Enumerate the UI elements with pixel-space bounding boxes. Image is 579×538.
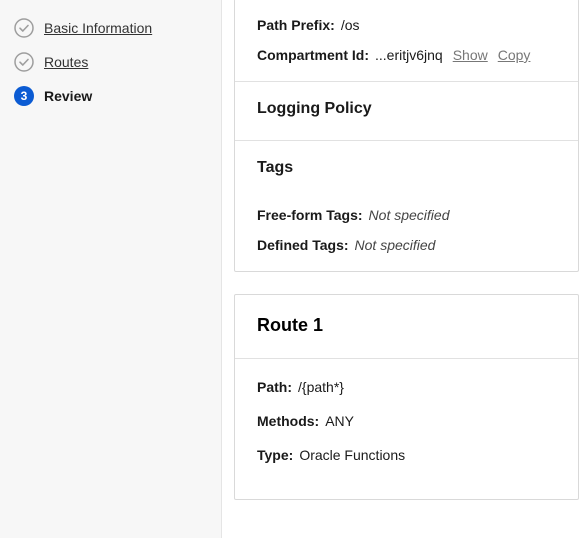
copy-link[interactable]: Copy	[498, 47, 531, 63]
check-icon	[14, 18, 34, 38]
route-methods-row: Methods: ANY	[257, 413, 556, 429]
route-type-row: Type: Oracle Functions	[257, 447, 556, 463]
freeform-tags-row: Free-form Tags: Not specified	[257, 207, 556, 223]
route-card: Route 1 Path: /{path*} Methods: ANY Type…	[234, 294, 579, 500]
wizard-steps-sidebar: Basic Information Routes 3 Review	[0, 0, 222, 538]
route-methods-value: ANY	[325, 413, 354, 429]
route-path-row: Path: /{path*}	[257, 379, 556, 395]
tags-title: Tags	[235, 141, 578, 199]
step-label[interactable]: Routes	[44, 54, 88, 70]
logging-policy-title: Logging Policy	[235, 82, 578, 140]
step-label[interactable]: Basic Information	[44, 20, 152, 36]
path-prefix-label: Path Prefix:	[257, 17, 335, 33]
freeform-tags-label: Free-form Tags:	[257, 207, 363, 223]
defined-tags-row: Defined Tags: Not specified	[257, 237, 556, 253]
step-basic-information[interactable]: Basic Information	[0, 18, 221, 52]
compartment-label: Compartment Id:	[257, 47, 369, 63]
step-number-icon: 3	[14, 86, 34, 106]
freeform-tags-value: Not specified	[369, 207, 450, 223]
show-link[interactable]: Show	[453, 47, 488, 63]
path-prefix-value: /os	[341, 17, 360, 33]
step-routes[interactable]: Routes	[0, 52, 221, 86]
route-title: Route 1	[235, 295, 578, 358]
compartment-value: ...eritjv6jnq	[375, 47, 443, 63]
defined-tags-label: Defined Tags:	[257, 237, 349, 253]
defined-tags-value: Not specified	[355, 237, 436, 253]
check-icon	[14, 52, 34, 72]
compartment-row: Compartment Id: ...eritjv6jnq Show Copy	[257, 47, 556, 63]
route-type-label: Type:	[257, 447, 293, 463]
step-review: 3 Review	[0, 86, 221, 120]
route-path-label: Path:	[257, 379, 292, 395]
review-main: Path Prefix: /os Compartment Id: ...erit…	[222, 0, 579, 538]
path-prefix-row: Path Prefix: /os	[257, 17, 556, 33]
route-path-value: /{path*}	[298, 379, 344, 395]
basic-card: Path Prefix: /os Compartment Id: ...erit…	[234, 0, 579, 272]
step-label: Review	[44, 88, 92, 104]
route-methods-label: Methods:	[257, 413, 319, 429]
route-type-value: Oracle Functions	[299, 447, 405, 463]
